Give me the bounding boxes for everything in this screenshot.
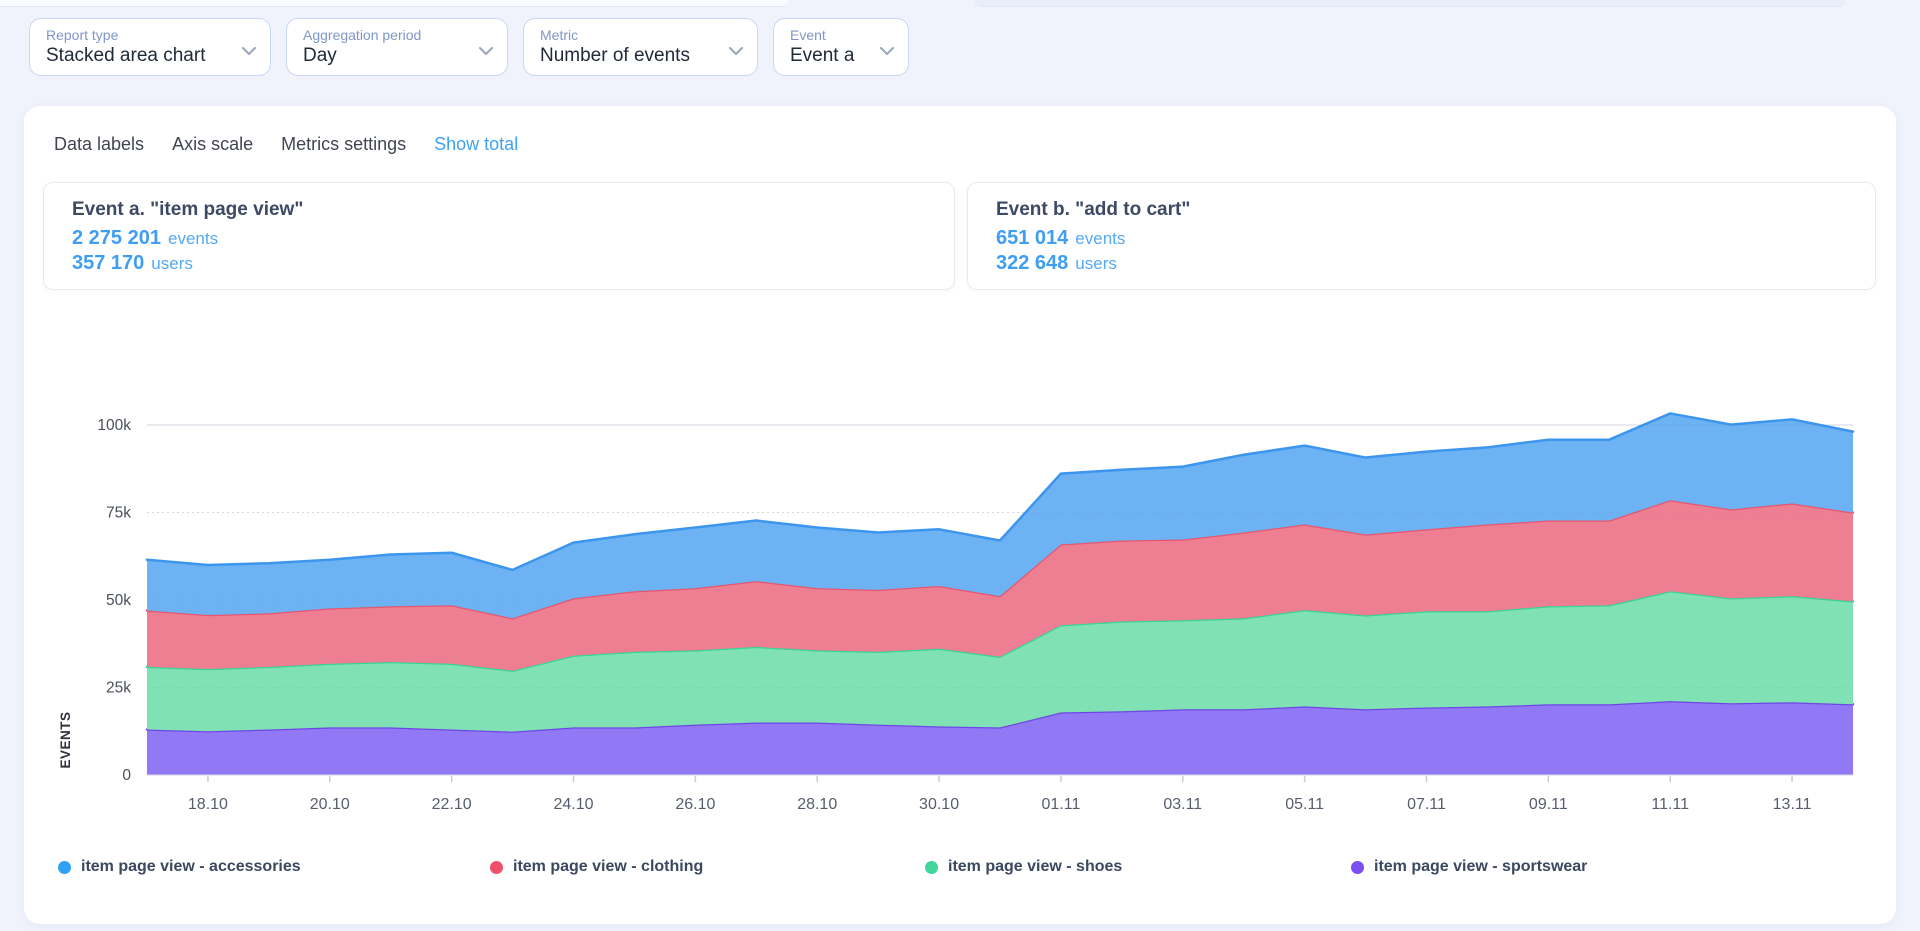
event-a-events-line: 2 275 201 events: [72, 227, 926, 250]
area-line: [147, 500, 1853, 618]
y-axis-title: EVENTS: [58, 711, 73, 768]
y-tick-label: 0: [122, 767, 131, 784]
y-tick-label: 25k: [106, 680, 131, 697]
report-type-label: Report type: [46, 27, 232, 44]
metric-value: Number of events: [540, 44, 719, 67]
legend-dot-icon: [58, 861, 71, 874]
area-item-page-view-accessories: [147, 413, 1853, 618]
tab-axis-scale[interactable]: Axis scale: [172, 134, 253, 155]
tab-show-total[interactable]: Show total: [434, 134, 518, 155]
legend-item-sportswear[interactable]: item page view - sportswear: [1351, 858, 1587, 876]
x-tick-label: 09.11: [1529, 796, 1568, 813]
top-cutoff-panel-left: [0, 0, 788, 7]
event-a-users-unit: users: [151, 254, 193, 273]
event-label: Event: [790, 27, 870, 44]
chevron-down-icon: [729, 43, 743, 61]
legend-item-accessories[interactable]: item page view - accessories: [58, 858, 301, 876]
x-tick-label: 03.11: [1163, 796, 1202, 813]
event-b-events-line: 651 014 events: [996, 227, 1847, 250]
legend-item-clothing[interactable]: item page view - clothing: [490, 858, 703, 876]
event-a-events-unit: events: [168, 229, 218, 248]
legend-label: item page view - shoes: [948, 858, 1122, 876]
event-b-users-unit: users: [1075, 254, 1117, 273]
x-tick-label: 01.11: [1041, 796, 1080, 813]
chart-legend: item page view - accessories item page vi…: [24, 858, 1896, 894]
event-a-summary-card: Event a. "item page view" 2 275 201 event…: [43, 182, 955, 290]
event-a-card-title: Event a. "item page view": [72, 199, 926, 221]
x-tick-label: 20.10: [310, 796, 350, 813]
legend-dot-icon: [1351, 861, 1364, 874]
event-a-users-line: 357 170 users: [72, 252, 926, 275]
x-tick-label: 07.11: [1407, 796, 1446, 813]
aggregation-period-dropdown[interactable]: Aggregation period Day: [286, 18, 508, 76]
event-b-events-count: 651 014: [996, 227, 1068, 249]
legend-label: item page view - clothing: [513, 858, 703, 876]
chevron-down-icon: [479, 43, 493, 61]
area-item-page-view-clothing: [147, 500, 1853, 670]
x-tick-label: 13.11: [1773, 796, 1812, 813]
event-b-users-line: 322 648 users: [996, 252, 1847, 275]
chevron-down-icon: [880, 43, 894, 61]
x-tick-label: 05.11: [1285, 796, 1324, 813]
tab-data-labels[interactable]: Data labels: [54, 134, 144, 155]
area-line: [147, 701, 1853, 731]
aggregation-period-label: Aggregation period: [303, 27, 469, 44]
filter-bar: Report type Stacked area chart Aggregati…: [29, 18, 909, 76]
report-type-value: Stacked area chart: [46, 44, 232, 67]
area-line: [147, 591, 1853, 670]
event-dropdown[interactable]: Event Event a: [773, 18, 909, 76]
report-panel: Data labels Axis scale Metrics settings …: [24, 106, 1896, 924]
legend-dot-icon: [490, 861, 503, 874]
x-tick-label: 28.10: [797, 796, 837, 813]
x-tick-label: 11.11: [1651, 796, 1689, 813]
tab-metrics-settings[interactable]: Metrics settings: [281, 134, 406, 155]
metric-label: Metric: [540, 27, 719, 44]
area-item-page-view-shoes: [147, 591, 1853, 731]
x-tick-label: 26.10: [675, 796, 715, 813]
area-line: [147, 413, 1853, 569]
y-tick-label: 100k: [97, 417, 131, 434]
y-tick-label: 50k: [106, 592, 131, 609]
x-tick-label: 22.10: [432, 796, 472, 813]
top-cutoff-panel-right: [975, 0, 1845, 7]
aggregation-period-value: Day: [303, 44, 469, 67]
event-value: Event a: [790, 44, 870, 67]
legend-label: item page view - accessories: [81, 858, 301, 876]
event-b-events-unit: events: [1075, 229, 1125, 248]
report-type-dropdown[interactable]: Report type Stacked area chart: [29, 18, 271, 76]
x-tick-label: 30.10: [919, 796, 959, 813]
area-item-page-view-sportswear: [147, 701, 1853, 775]
event-a-users-count: 357 170: [72, 252, 144, 274]
summary-cards: Event a. "item page view" 2 275 201 event…: [43, 182, 1876, 290]
metric-dropdown[interactable]: Metric Number of events: [523, 18, 758, 76]
legend-item-shoes[interactable]: item page view - shoes: [925, 858, 1122, 876]
chart-settings-tabs: Data labels Axis scale Metrics settings …: [54, 134, 518, 155]
chevron-down-icon: [242, 43, 256, 61]
event-b-users-count: 322 648: [996, 252, 1068, 274]
x-tick-label: 24.10: [553, 796, 593, 813]
legend-dot-icon: [925, 861, 938, 874]
x-tick-label: 18.10: [188, 796, 228, 813]
legend-label: item page view - sportswear: [1374, 858, 1587, 876]
event-a-events-count: 2 275 201: [72, 227, 161, 249]
event-b-card-title: Event b. "add to cart": [996, 199, 1847, 221]
y-tick-label: 75k: [106, 505, 131, 522]
event-b-summary-card: Event b. "add to cart" 651 014 events 322…: [967, 182, 1876, 290]
